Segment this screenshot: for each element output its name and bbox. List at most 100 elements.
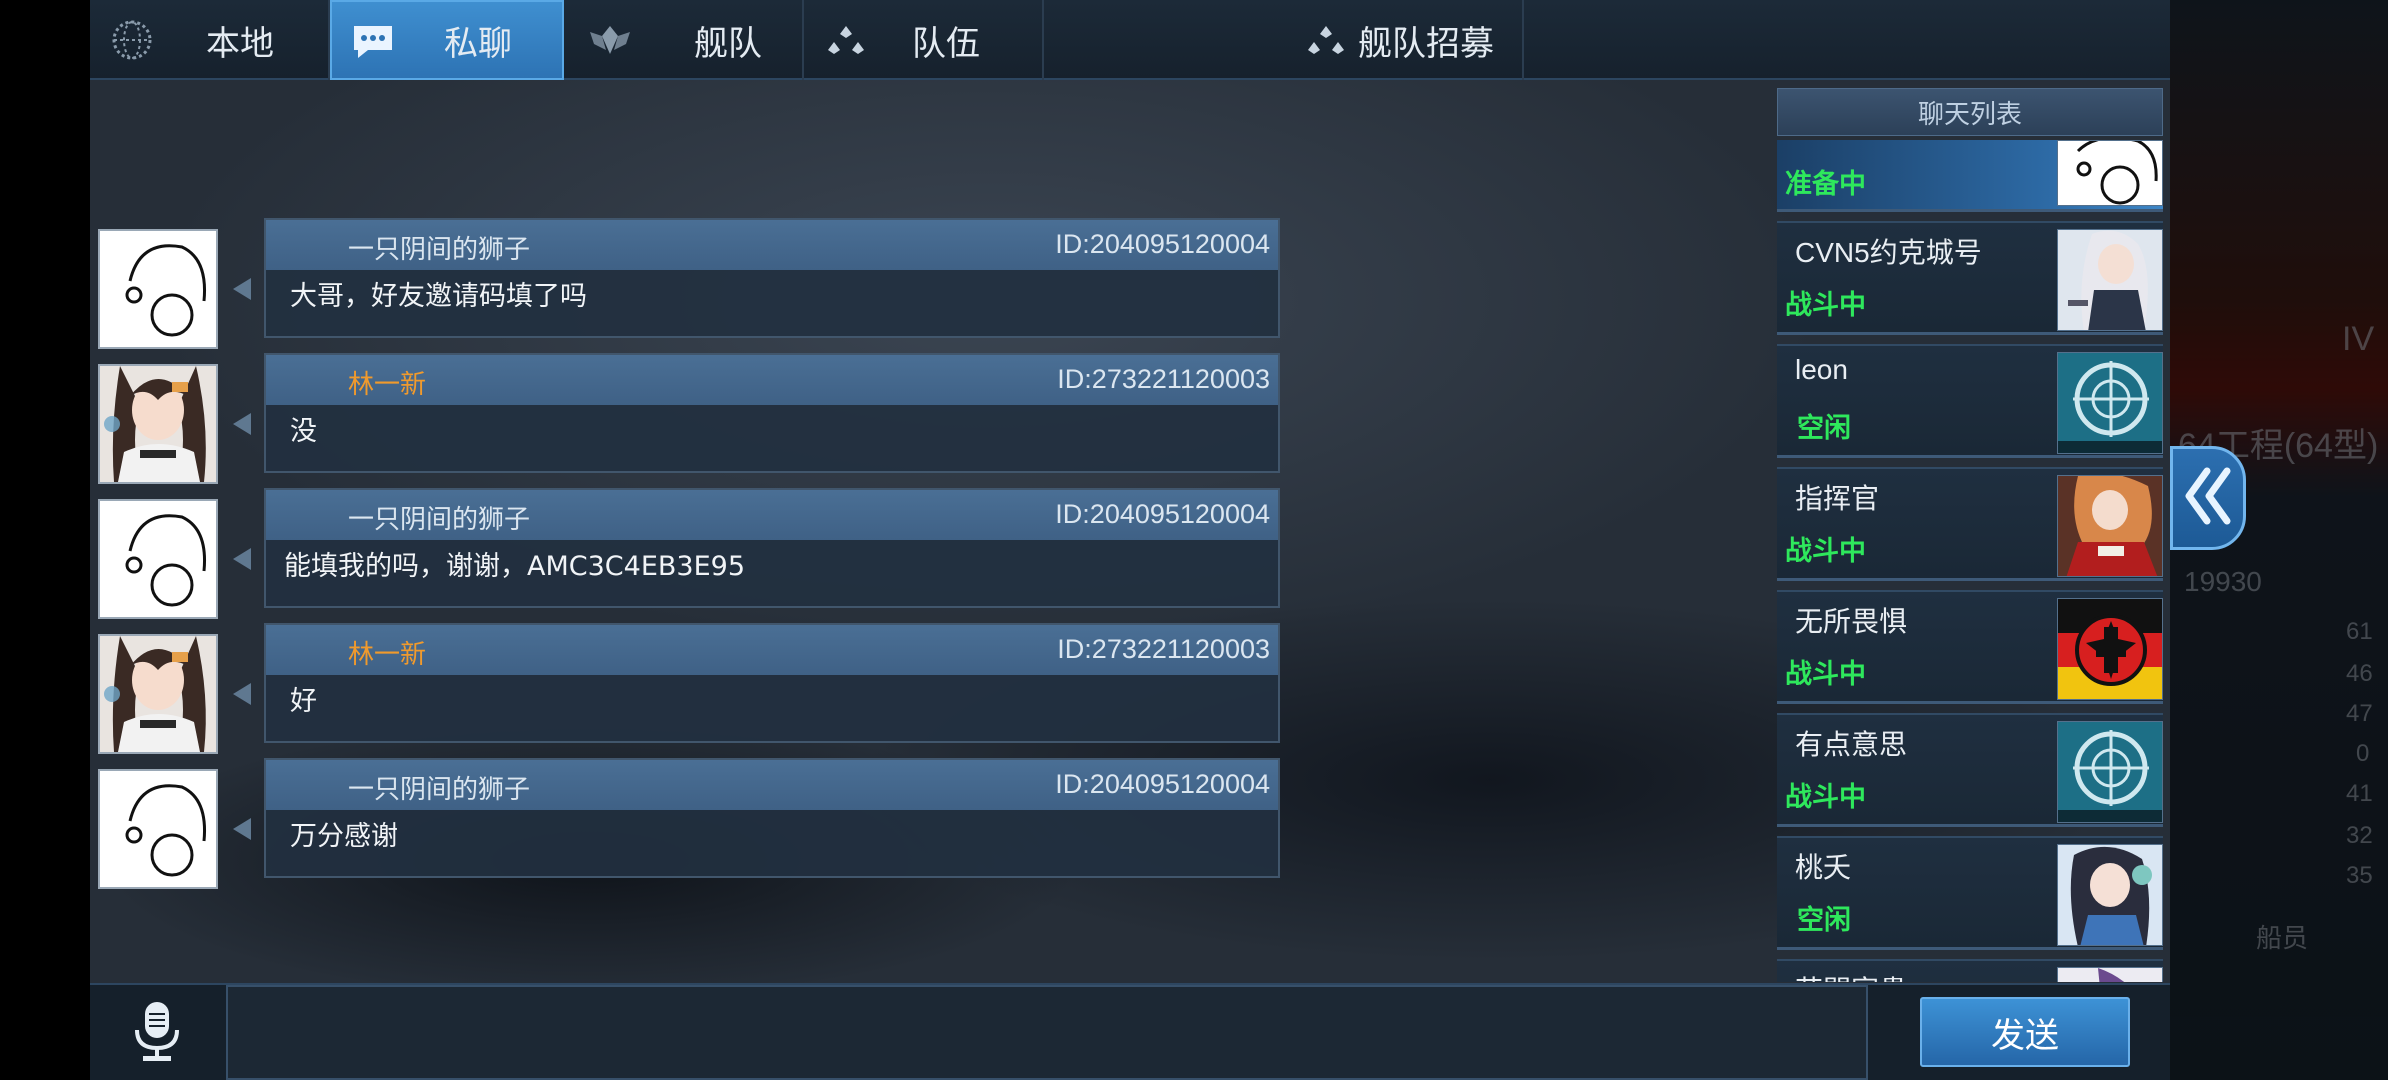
tab-label: 本地 [206, 23, 274, 64]
contact-name: 桃夭 [1795, 852, 1852, 883]
message-header: 一只阴间的狮子 ID:204095120004 [266, 490, 1278, 540]
bubble-pointer [233, 818, 251, 840]
doodle-avatar [2057, 140, 2163, 206]
contact-status: 战斗中 [1785, 782, 1866, 813]
anime-girl-avatar[interactable] [98, 364, 218, 484]
send-button[interactable]: 发送 [1920, 997, 2130, 1067]
side-value: 61 [2346, 618, 2373, 645]
double-chevron-left-icon [2181, 465, 2235, 531]
contact-name: CVN5约克城号 [1795, 237, 1982, 268]
message-input[interactable] [226, 985, 1868, 1080]
tab-fleet-recruit[interactable]: 舰队招募 [1044, 0, 1524, 80]
message-text: 好 [290, 686, 317, 717]
message-header: 一只阴间的狮子 ID:204095120004 [266, 220, 1278, 270]
message-text: 大哥，好友邀请码填了吗 [290, 281, 587, 312]
anime-girl-avatar[interactable] [98, 634, 218, 754]
microphone-icon [131, 1000, 183, 1066]
side-value: 0 [2356, 740, 2370, 767]
channel-tab-bar: 本地 私聊 舰队 队伍 舰队招募 [90, 0, 2170, 80]
chat-list-item[interactable]: 花開富貴 [1777, 959, 2163, 982]
globe-icon [110, 18, 154, 66]
fleet-emblem-icon [586, 22, 634, 62]
bubble-pointer [233, 683, 251, 705]
contact-name: 花開富貴 [1795, 969, 1907, 982]
contact-status: 战斗中 [1785, 659, 1866, 690]
sender-id: ID:204095120004 [1055, 769, 1270, 799]
message-bubble: 一只阴间的狮子 ID:204095120004 能填我的吗，谢谢，AMC3C4E… [264, 488, 1280, 608]
tab-team[interactable]: 队伍 [804, 0, 1044, 80]
side-value: IV [2342, 320, 2375, 358]
sender-name[interactable]: 一只阴间的狮子 [348, 229, 530, 266]
tab-local[interactable]: 本地 [90, 0, 330, 80]
chat-message: 林一新 ID:273221120003 好 [98, 623, 1280, 754]
anime-shipgirl-avatar [2057, 229, 2163, 331]
contact-status: 准备中 [1785, 169, 1866, 200]
side-value: 32 [2346, 822, 2373, 849]
contact-status: 空闲 [1797, 905, 1851, 936]
sender-name[interactable]: 一只阴间的狮子 [348, 499, 530, 536]
chat-message: 林一新 ID:273221120003 没 [98, 353, 1280, 484]
sender-name[interactable]: 林一新 [348, 364, 426, 401]
bubble-pointer [233, 413, 251, 435]
sender-id: ID:204095120004 [1055, 499, 1270, 529]
team-dots-icon [826, 24, 866, 62]
chat-list-item[interactable]: CVN5约克城号 战斗中 [1777, 221, 2163, 335]
message-bubble: 林一新 ID:273221120003 没 [264, 353, 1280, 473]
sender-name[interactable]: 林一新 [348, 634, 426, 671]
chat-list-item[interactable]: 有点意思 战斗中 [1777, 713, 2163, 827]
chat-list-item[interactable]: 准备中 [1777, 140, 2163, 212]
recruit-dots-icon [1306, 24, 1346, 62]
sender-name[interactable]: 一只阴间的狮子 [348, 769, 530, 806]
chat-message: 一只阴间的狮子 ID:204095120004 大哥，好友邀请码填了吗 [98, 218, 1280, 349]
message-text: 能填我的吗，谢谢，AMC3C4EB3E95 [284, 551, 746, 582]
doodle-avatar[interactable] [98, 499, 218, 619]
message-header: 林一新 ID:273221120003 [266, 355, 1278, 405]
message-text: 没 [290, 416, 317, 447]
sender-id: ID:273221120003 [1057, 364, 1270, 394]
chat-list-item[interactable]: 桃夭 空闲 [1777, 836, 2163, 950]
contact-name: 有点意思 [1795, 729, 1908, 760]
side-value: 46 [2346, 660, 2373, 687]
chat-message: 一只阴间的狮子 ID:204095120004 万分感谢 [98, 758, 1280, 889]
anime-red-dress-avatar [2057, 475, 2163, 577]
side-value: 19930 [2184, 566, 2262, 597]
chat-bubble-icon [350, 22, 396, 66]
doodle-avatar[interactable] [98, 769, 218, 889]
tab-label: 舰队招募 [1358, 23, 1494, 64]
tab-label: 私聊 [444, 23, 512, 64]
side-value: 35 [2346, 862, 2373, 889]
chat-list-panel: 聊天列表 准备中 CVN5约克城号 战斗中 leon 空闲 指挥官 战斗中 无所… [1777, 88, 2163, 982]
contact-status: 战斗中 [1785, 290, 1866, 321]
chat-list-item[interactable]: 无所畏惧 战斗中 [1777, 590, 2163, 704]
tab-fleet[interactable]: 舰队 [564, 0, 804, 80]
collapse-panel-button[interactable] [2170, 446, 2246, 550]
voice-input-button[interactable] [90, 985, 224, 1080]
chat-list-item[interactable]: leon 空闲 [1777, 344, 2163, 458]
chat-list-item[interactable]: 指挥官 战斗中 [1777, 467, 2163, 581]
message-header: 一只阴间的狮子 ID:204095120004 [266, 760, 1278, 810]
chat-list-title: 聊天列表 [1917, 99, 2022, 130]
contact-status: 空闲 [1797, 413, 1851, 444]
message-bubble: 一只阴间的狮子 ID:204095120004 大哥，好友邀请码填了吗 [264, 218, 1280, 338]
naval-crosshair-emblem [2057, 721, 2163, 823]
message-bubble: 一只阴间的狮子 ID:204095120004 万分感谢 [264, 758, 1280, 878]
iron-cross-flag-avatar [2057, 598, 2163, 700]
naval-crosshair-emblem [2057, 352, 2163, 454]
message-bubble: 林一新 ID:273221120003 好 [264, 623, 1280, 743]
sender-id: ID:273221120003 [1057, 634, 1270, 664]
message-compose-bar: 发送 [90, 983, 2170, 1080]
tab-label: 舰队 [694, 23, 762, 64]
anime-dark-hair-avatar [2057, 844, 2163, 946]
message-header: 林一新 ID:273221120003 [266, 625, 1278, 675]
crew-button: 船员 [2256, 923, 2309, 953]
doodle-avatar[interactable] [98, 229, 218, 349]
sender-id: ID:204095120004 [1055, 229, 1270, 259]
tab-private-chat[interactable]: 私聊 [330, 0, 564, 80]
contact-status: 战斗中 [1785, 536, 1866, 567]
contact-name: 指挥官 [1795, 483, 1880, 514]
tab-label: 队伍 [912, 23, 980, 64]
chat-list-header: 聊天列表 [1777, 88, 2163, 136]
side-value: 41 [2346, 780, 2373, 807]
bubble-pointer [233, 278, 251, 300]
bubble-pointer [233, 548, 251, 570]
